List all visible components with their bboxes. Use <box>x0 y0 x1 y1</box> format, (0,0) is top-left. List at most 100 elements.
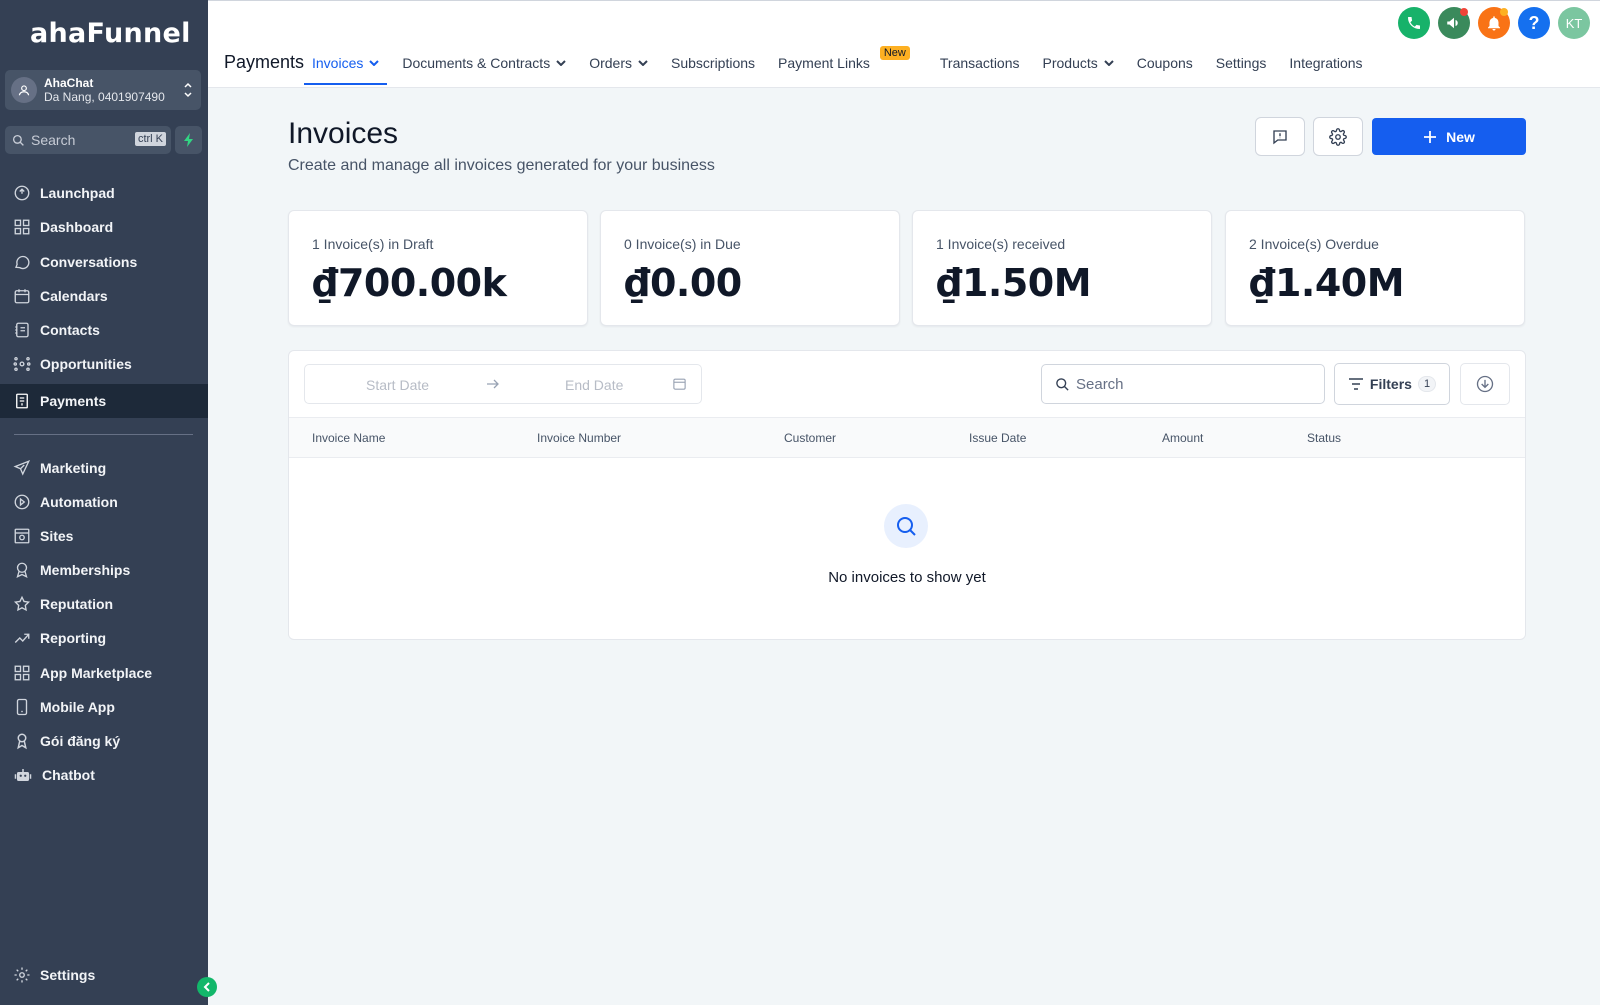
chevron-down-icon <box>638 60 648 66</box>
invoice-search[interactable] <box>1041 364 1325 404</box>
top-action-icons: ? KT <box>1390 7 1590 39</box>
column-header-amount[interactable]: Amount <box>1162 431 1203 445</box>
tab-products[interactable]: Products <box>1043 53 1114 73</box>
sidebar-item-marketing[interactable]: Marketing <box>0 451 208 485</box>
tab-settings[interactable]: Settings <box>1216 53 1267 73</box>
sidebar-item-memberships[interactable]: Memberships <box>0 553 208 587</box>
tab-subscriptions[interactable]: Subscriptions <box>671 53 755 73</box>
sidebar-item-opportunities[interactable]: Opportunities <box>0 347 208 381</box>
phone-button[interactable] <box>1398 7 1430 39</box>
feedback-button[interactable] <box>1255 117 1305 156</box>
summary-card-received: 1 Invoice(s) received ₫1.50M <box>912 210 1212 326</box>
sidebar-item-label: Reputation <box>40 596 114 612</box>
sidebar-item-payments[interactable]: Payments <box>0 384 208 418</box>
sidebar-item-label: App Marketplace <box>40 665 153 681</box>
invoices-table-card: Start Date End Date Filters 1 Invoice Na… <box>288 350 1526 640</box>
user-avatar[interactable]: KT <box>1558 7 1590 39</box>
filters-button[interactable]: Filters 1 <box>1334 363 1450 405</box>
automation-icon <box>14 494 30 510</box>
plus-icon <box>1424 130 1437 143</box>
date-range-picker[interactable]: Start Date End Date <box>304 364 702 404</box>
sidebar-item-subscription-plan[interactable]: Gói đăng ký <box>0 724 208 758</box>
sidebar-item-contacts[interactable]: Contacts <box>0 313 208 347</box>
help-button[interactable]: ? <box>1518 7 1550 39</box>
new-invoice-button[interactable]: New <box>1372 118 1526 155</box>
sidebar: ahaFunnel AhaChat Da Nang, 0401907490 Se… <box>0 0 208 1005</box>
tab-documents-contracts[interactable]: Documents & Contracts <box>402 53 566 73</box>
sidebar-item-sites[interactable]: Sites <box>0 519 208 553</box>
notification-dot <box>1460 8 1468 16</box>
search-icon <box>12 134 24 146</box>
calendar-icon <box>14 289 30 304</box>
top-navigation: Payments Invoices Documents & Contracts … <box>208 0 1600 88</box>
tab-orders[interactable]: Orders <box>589 53 648 73</box>
sidebar-item-label: Marketing <box>40 460 107 476</box>
page-subtitle: Create and manage all invoices generated… <box>288 157 715 174</box>
trend-icon <box>14 633 30 643</box>
tab-transactions[interactable]: Transactions <box>940 53 1020 73</box>
notification-dot <box>1500 8 1508 16</box>
sidebar-item-mobile-app[interactable]: Mobile App <box>0 690 208 724</box>
search-icon <box>897 517 916 536</box>
payments-tabs: Invoices Documents & Contracts Orders Su… <box>303 46 1386 85</box>
launchpad-icon <box>14 185 30 201</box>
download-button[interactable] <box>1460 363 1510 405</box>
chat-icon <box>15 255 30 270</box>
account-icon <box>11 77 37 103</box>
summary-card-draft: 1 Invoice(s) in Draft ₫700.00k <box>288 210 588 326</box>
sidebar-item-label: Conversations <box>40 254 138 270</box>
sites-icon <box>14 528 30 544</box>
quick-action-button[interactable] <box>175 126 202 154</box>
chevron-down-icon <box>1104 60 1114 66</box>
sidebar-item-reputation[interactable]: Reputation <box>0 587 208 621</box>
sidebar-item-reporting[interactable]: Reporting <box>0 621 208 655</box>
dashboard-icon <box>14 219 30 235</box>
column-header-invoice-name[interactable]: Invoice Name <box>312 431 385 445</box>
tab-label: Payment Links <box>778 55 870 71</box>
search-input[interactable] <box>1076 375 1296 393</box>
tab-payment-links[interactable]: Payment Links New <box>778 46 910 73</box>
sidebar-item-calendars[interactable]: Calendars <box>0 279 208 313</box>
sidebar-item-chatbot[interactable]: Chatbot <box>0 758 208 792</box>
robot-icon <box>14 769 32 781</box>
tab-label: Integrations <box>1289 55 1363 71</box>
card-label: 1 Invoice(s) in Draft <box>312 236 434 252</box>
chevron-down-icon <box>369 60 380 66</box>
empty-state-icon <box>884 504 928 548</box>
sidebar-item-dashboard[interactable]: Dashboard <box>0 210 208 244</box>
payments-icon <box>16 393 28 409</box>
announcements-button[interactable] <box>1438 7 1470 39</box>
sidebar-item-settings[interactable]: Settings <box>0 958 208 992</box>
notifications-button[interactable] <box>1478 7 1510 39</box>
account-name: AhaChat <box>44 76 94 90</box>
gear-icon <box>1329 127 1347 146</box>
column-header-customer[interactable]: Customer <box>784 431 836 445</box>
column-header-invoice-number[interactable]: Invoice Number <box>537 431 621 445</box>
sidebar-item-conversations[interactable]: Conversations <box>0 245 208 279</box>
sidebar-search[interactable]: Search ctrl K <box>5 126 171 154</box>
column-header-status[interactable]: Status <box>1307 431 1341 445</box>
sidebar-item-label: Mobile App <box>40 699 115 715</box>
column-header-issue-date[interactable]: Issue Date <box>969 431 1026 445</box>
card-label: 2 Invoice(s) Overdue <box>1249 236 1379 252</box>
tab-label: Transactions <box>939 55 1020 71</box>
sidebar-item-label: Contacts <box>40 322 100 338</box>
new-button-label: New <box>1446 128 1475 145</box>
tab-integrations[interactable]: Integrations <box>1289 53 1362 73</box>
megaphone-icon <box>1447 17 1458 29</box>
sidebar-item-automation[interactable]: Automation <box>0 485 208 519</box>
tab-coupons[interactable]: Coupons <box>1137 53 1193 73</box>
collapse-sidebar-button[interactable] <box>197 977 217 997</box>
card-value: ₫0.00 <box>624 261 742 305</box>
chevron-down-icon <box>556 60 566 66</box>
account-switcher[interactable]: AhaChat Da Nang, 0401907490 <box>5 70 201 110</box>
invoice-settings-button[interactable] <box>1313 117 1363 156</box>
grid-icon <box>14 665 30 681</box>
app-logo: ahaFunnel <box>30 18 191 49</box>
sidebar-item-app-marketplace[interactable]: App Marketplace <box>0 656 208 690</box>
card-value: ₫1.40M <box>1249 261 1405 305</box>
chevron-left-icon <box>203 982 210 992</box>
sidebar-item-label: Sites <box>40 528 74 544</box>
tab-invoices[interactable]: Invoices <box>303 53 388 85</box>
sidebar-item-launchpad[interactable]: Launchpad <box>0 176 208 210</box>
